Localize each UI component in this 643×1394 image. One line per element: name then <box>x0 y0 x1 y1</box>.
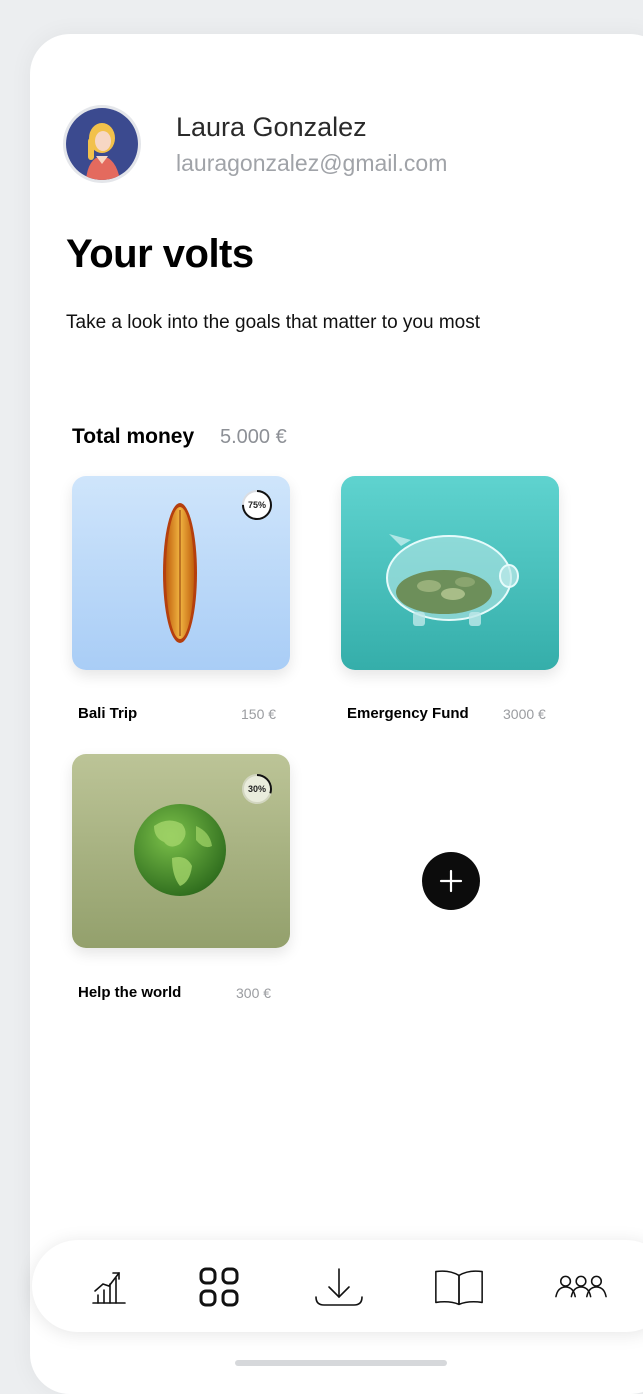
avatar[interactable] <box>66 108 138 180</box>
goal-card-help-the-world[interactable]: 30% <box>72 754 290 948</box>
total-money-value: 5.000 € <box>220 426 287 448</box>
user-email: lauragonzalez@gmail.com <box>176 150 448 176</box>
goal-progress-ring: 30% <box>240 772 274 806</box>
plus-icon <box>439 869 463 893</box>
grid-icon <box>199 1267 239 1307</box>
nav-item-download[interactable] <box>312 1260 366 1314</box>
people-icon <box>555 1275 607 1298</box>
nav-item-community[interactable] <box>554 1260 608 1314</box>
page-subtitle: Take a look into the goals that matter t… <box>66 312 481 333</box>
nav-item-library[interactable] <box>432 1260 486 1314</box>
goal-card-bali-trip[interactable]: 75% <box>72 476 290 670</box>
goal-progress-label: 30% <box>247 784 266 794</box>
total-money-label: Total money <box>72 425 195 448</box>
book-icon <box>435 1270 483 1306</box>
home-indicator <box>235 1360 447 1366</box>
page-title: Your volts <box>66 232 254 276</box>
nav-item-volts[interactable] <box>192 1260 246 1314</box>
piggy-bank-image <box>341 476 559 670</box>
goal-amount: 3000 € <box>503 706 546 722</box>
goal-name: Emergency Fund <box>347 705 469 722</box>
chart-icon <box>92 1272 126 1304</box>
goal-progress-label: 75% <box>247 500 266 510</box>
goal-amount: 300 € <box>236 985 272 1001</box>
goal-name: Help the world <box>78 984 182 1001</box>
nav-item-stats[interactable] <box>82 1260 136 1314</box>
add-goal-button[interactable] <box>422 852 480 910</box>
goal-card-emergency-fund[interactable] <box>341 476 559 670</box>
goal-progress-ring: 75% <box>240 488 274 522</box>
goal-amount: 150 € <box>241 706 277 722</box>
goal-name: Bali Trip <box>78 705 138 722</box>
bottom-nav <box>32 1240 643 1332</box>
user-name: Laura Gonzalez <box>176 112 367 142</box>
download-icon <box>315 1268 363 1306</box>
